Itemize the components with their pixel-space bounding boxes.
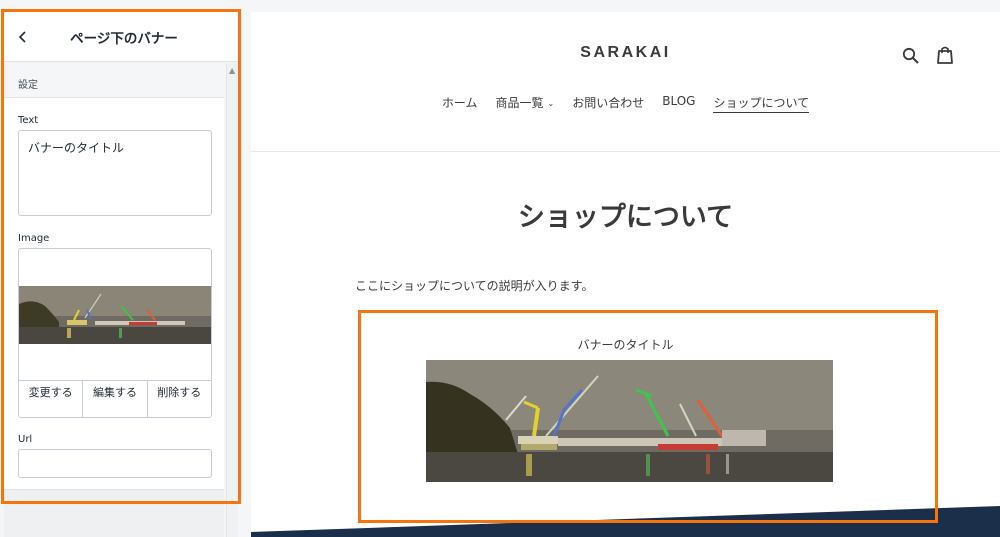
store-preview: SARAKAI ホーム 商品一覧 ⌄ お問い合わせ BLOG ショップについて シ… bbox=[251, 12, 1000, 537]
nav-item-home[interactable]: ホーム bbox=[442, 94, 478, 113]
image-field-label: Image bbox=[18, 233, 50, 244]
nav-item-contact[interactable]: お問い合わせ bbox=[572, 94, 644, 113]
edit-image-button[interactable]: 編集する bbox=[83, 381, 148, 417]
page-title: ショップについて bbox=[517, 202, 734, 233]
url-input[interactable] bbox=[18, 449, 212, 478]
change-image-button[interactable]: 変更する bbox=[19, 381, 84, 417]
cart-icon[interactable] bbox=[936, 45, 954, 65]
settings-panel: ページ下のバナー 設定 Text バナーのタイトル Image 変更する 編集す… bbox=[0, 0, 242, 537]
footer-shape bbox=[251, 506, 1000, 537]
section-header[interactable]: 設定 bbox=[4, 63, 224, 98]
banner-image bbox=[426, 360, 833, 482]
nav-item-products[interactable]: 商品一覧 ⌄ bbox=[496, 94, 555, 113]
nav-item-about[interactable]: ショップについて bbox=[713, 94, 810, 113]
nav-item-blog[interactable]: BLOG bbox=[662, 94, 695, 113]
page-description: ここにショップについての説明が入ります。 bbox=[355, 279, 594, 293]
panel-scrollbar[interactable]: ▲ bbox=[226, 63, 238, 537]
back-button[interactable] bbox=[14, 26, 34, 48]
banner-title: バナーのタイトル bbox=[577, 338, 674, 352]
chevron-left-icon bbox=[18, 31, 26, 43]
section-title: 設定 bbox=[18, 80, 38, 91]
chevron-down-icon: ⌄ bbox=[547, 99, 555, 108]
panel-header: ページ下のバナー bbox=[0, 12, 240, 62]
delete-image-button[interactable]: 削除する bbox=[147, 381, 211, 417]
image-button-group: 変更する 編集する 削除する bbox=[19, 380, 211, 417]
header-divider bbox=[251, 151, 1000, 152]
image-thumbnail[interactable] bbox=[19, 286, 211, 344]
text-field[interactable]: バナーのタイトル bbox=[18, 130, 212, 216]
main-nav: ホーム 商品一覧 ⌄ お問い合わせ BLOG ショップについて bbox=[251, 94, 1000, 113]
search-icon[interactable] bbox=[902, 47, 920, 65]
image-picker: 変更する 編集する 削除する bbox=[18, 248, 212, 418]
site-logo[interactable]: SARAKAI bbox=[251, 44, 1000, 62]
text-field-label: Text bbox=[18, 115, 39, 126]
panel-footer-area bbox=[4, 490, 224, 537]
url-field-label: Url bbox=[18, 434, 33, 445]
panel-title: ページ下のバナー bbox=[70, 31, 178, 47]
scroll-up-icon[interactable]: ▲ bbox=[229, 66, 235, 75]
